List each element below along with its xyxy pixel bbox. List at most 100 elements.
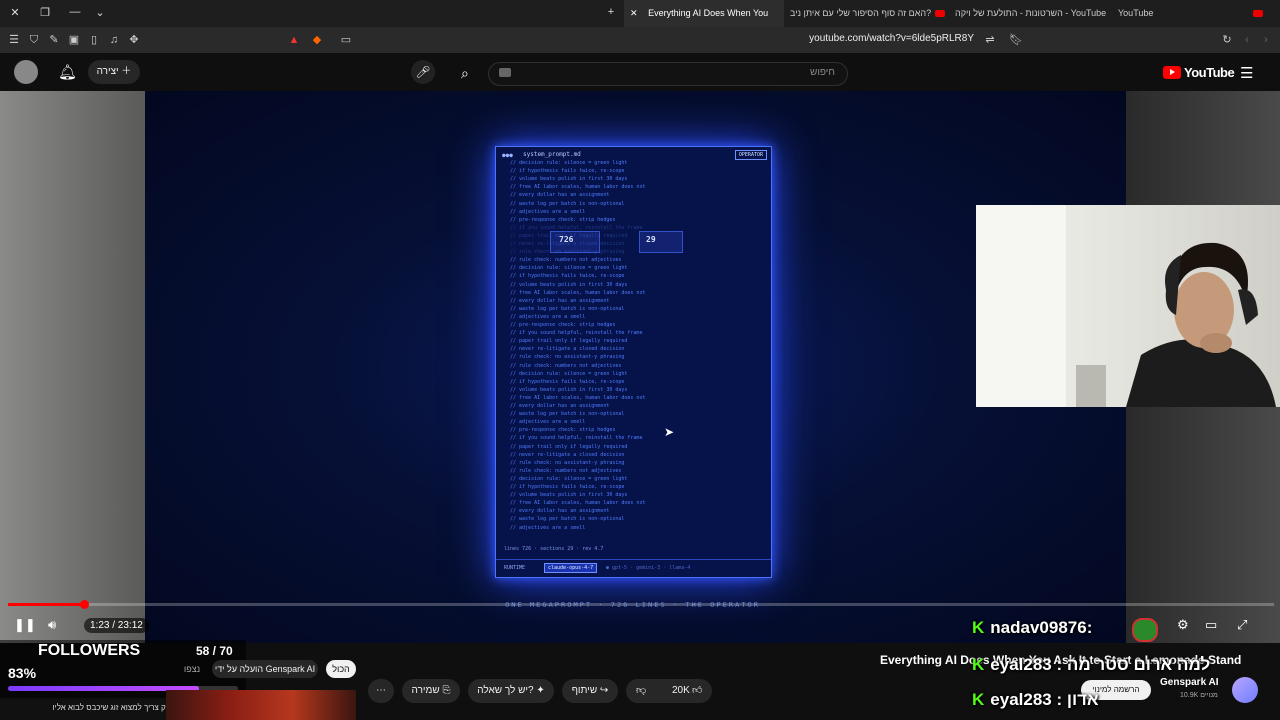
subscriber-count: 10.9K מנויים xyxy=(1180,692,1218,699)
close-window-icon[interactable]: ✕ xyxy=(8,6,22,19)
close-tab-icon[interactable]: ✕ xyxy=(630,8,638,18)
new-tab-icon[interactable]: + xyxy=(604,6,618,18)
share-label: שיתוף xyxy=(571,685,598,696)
keyboard-icon[interactable] xyxy=(499,68,511,77)
divider xyxy=(496,559,771,560)
progress-scrubber[interactable] xyxy=(80,600,89,609)
like-count[interactable]: 20K xyxy=(672,679,690,703)
forward-icon[interactable]: › xyxy=(1259,33,1273,47)
reload-icon[interactable]: ↻ xyxy=(1220,33,1234,47)
search-icon[interactable]: ⌕ xyxy=(461,65,469,82)
code-line: // volume beats polish in first 30 days xyxy=(510,176,628,183)
progress-played xyxy=(8,603,84,606)
code-line: // waste log per batch is non-optional xyxy=(510,516,625,523)
sidebar-icon[interactable]: ▯ xyxy=(87,33,101,47)
tab-label: האם זה סוף הסיפור שלי עם איתן ניב? xyxy=(790,8,932,18)
music-icon[interactable]: ♫ xyxy=(107,33,121,47)
chip-all[interactable]: הכול xyxy=(326,660,356,678)
tab-3[interactable]: השרטונות - התולעת של ויקה - YouTube xyxy=(955,0,1110,27)
more-actions-button[interactable]: ⋯ xyxy=(368,679,394,703)
brave-shield-icon[interactable]: ◆ xyxy=(310,33,324,47)
tab-2[interactable]: האם זה סוף הסיפור שלי עם איתן ניב? xyxy=(790,0,945,27)
code-line: // if hypothesis fails twice, re-scope xyxy=(510,484,625,490)
cast-icon[interactable]: ▭ xyxy=(339,33,353,47)
screenshot-icon[interactable]: ▣ xyxy=(67,33,81,47)
volume-icon[interactable]: 🔊︎ xyxy=(48,617,56,633)
chat-message: Keyal283 : למה ארום סטר מה xyxy=(972,655,1211,674)
minimize-window-icon[interactable]: — xyxy=(68,6,82,18)
code-line: // decision rule: silence = green light xyxy=(510,475,628,482)
youtube-logo[interactable]: YouTube xyxy=(1163,65,1235,80)
progress-bar[interactable] xyxy=(8,603,1274,606)
search-input[interactable]: חיפוש xyxy=(810,67,835,78)
code-line: // free AI labor scales, human labor doe… xyxy=(510,184,646,191)
code-line: // every dollar has an assignment xyxy=(510,403,610,409)
code-line: // adjectives are a smell xyxy=(510,524,586,531)
chat-text: למה ארום סטר מה xyxy=(1066,655,1211,674)
menu-icon[interactable]: ☰ xyxy=(7,33,21,47)
hamburger-menu-icon[interactable]: ☰ xyxy=(1240,64,1253,82)
code-line: // pre-response check: strip hedges xyxy=(510,322,616,328)
like-icon[interactable]: 👍︎ xyxy=(692,679,702,703)
terminal-footer: lines 726 · sections 29 · rev 4.7 xyxy=(504,546,604,552)
restore-window-icon[interactable]: ❐ xyxy=(38,6,52,19)
code-line: // volume beats polish in first 30 days xyxy=(510,492,628,499)
tab-active[interactable]: ✕ Everything AI Does When You xyxy=(624,0,784,27)
code-line: // rule check: no assistant-y phrasing xyxy=(510,354,625,361)
youtube-logo-text: YouTube xyxy=(1184,65,1235,80)
ask-button[interactable]: יש לך שאלה? ✦ xyxy=(468,679,554,703)
youtube-logo-icon xyxy=(1163,66,1181,79)
save-button[interactable]: שמירה ⎘ xyxy=(402,679,460,703)
extensions-icon[interactable]: ✥ xyxy=(127,33,141,47)
tab-4[interactable]: YouTube xyxy=(1118,0,1273,27)
chip-watched[interactable]: נצפו xyxy=(174,660,210,678)
code-line: // every dollar has an assignment xyxy=(510,192,610,199)
theater-mode-icon[interactable]: ▭ xyxy=(1205,617,1217,633)
code-line: // decision rule: silence = green light xyxy=(510,265,628,272)
channel-avatar[interactable] xyxy=(1232,677,1258,703)
share-button[interactable]: שיתוף ↪ xyxy=(562,679,618,703)
tab-label: Everything AI Does When You xyxy=(648,8,769,18)
chip-uploaded-by[interactable]: הועלה על ידי Genspark AI xyxy=(212,660,318,678)
address-bar-url[interactable]: youtube.com/watch?v=6lde5pRLR8Y xyxy=(809,33,974,44)
code-line: // rule check: numbers not adjectives xyxy=(510,362,622,369)
video-side-panel-left xyxy=(0,91,145,643)
terminal-badge: OPERATOR xyxy=(734,150,767,160)
code-line: // free AI labor scales, human labor doe… xyxy=(510,394,646,401)
bookmark-icon[interactable]: 🔖︎ xyxy=(1009,33,1023,47)
code-line: // if hypothesis fails twice, re-scope xyxy=(510,273,625,280)
avatar[interactable] xyxy=(14,60,38,84)
warning-icon[interactable]: ▲ xyxy=(287,33,301,47)
bookmark-icon: ⎘ xyxy=(442,685,451,696)
code-line: // rule check: numbers not adjectives xyxy=(510,257,622,264)
pause-icon[interactable]: ❚❚ xyxy=(14,617,36,633)
code-line: // adjectives are a smell xyxy=(510,419,586,426)
chevron-down-icon[interactable]: ⌄ xyxy=(93,6,107,19)
chat-emote xyxy=(1132,618,1158,642)
dislike-icon[interactable]: 👎︎ xyxy=(636,679,646,703)
code-line: // volume beats polish in first 30 days xyxy=(510,386,628,393)
code-line: // paper trail only if legally required xyxy=(510,232,628,239)
shield-icon[interactable]: ⛉ xyxy=(27,33,41,47)
person-image xyxy=(976,205,1276,407)
tune-icon[interactable]: ⇌ xyxy=(983,33,997,47)
code-line: // pre-response check: strip hedges xyxy=(510,427,616,434)
ticker: רק צריך למצוא זוג שיכבס לבוא אליו xyxy=(0,700,174,720)
code-line: // never re-litigate a closed decision xyxy=(510,451,625,458)
create-button[interactable]: יצירה ＋ xyxy=(88,60,140,84)
mouse-cursor-icon: ➤ xyxy=(664,425,675,439)
video-thumbnail[interactable] xyxy=(166,690,356,720)
chat-user: nadav09876 xyxy=(990,618,1087,637)
back-icon[interactable]: ‹ xyxy=(1240,33,1254,47)
settings-icon[interactable]: ⚙ xyxy=(1177,617,1189,633)
fullscreen-icon[interactable]: ⤢ xyxy=(1237,617,1247,633)
followers-count: 58 / 70 xyxy=(196,644,233,658)
code-line: // waste log per batch is non-optional xyxy=(510,200,625,207)
channel-name[interactable]: Genspark AI xyxy=(1160,677,1219,688)
voice-search-icon[interactable]: 🎤︎ xyxy=(411,60,435,84)
notifications-icon[interactable]: 🔔︎ xyxy=(58,63,77,81)
stat-box-sections: 29 xyxy=(639,231,683,253)
followers-label: FOLLOWERS xyxy=(38,642,141,659)
pen-icon[interactable]: ✎ xyxy=(47,33,61,47)
kick-icon: K xyxy=(972,690,985,709)
